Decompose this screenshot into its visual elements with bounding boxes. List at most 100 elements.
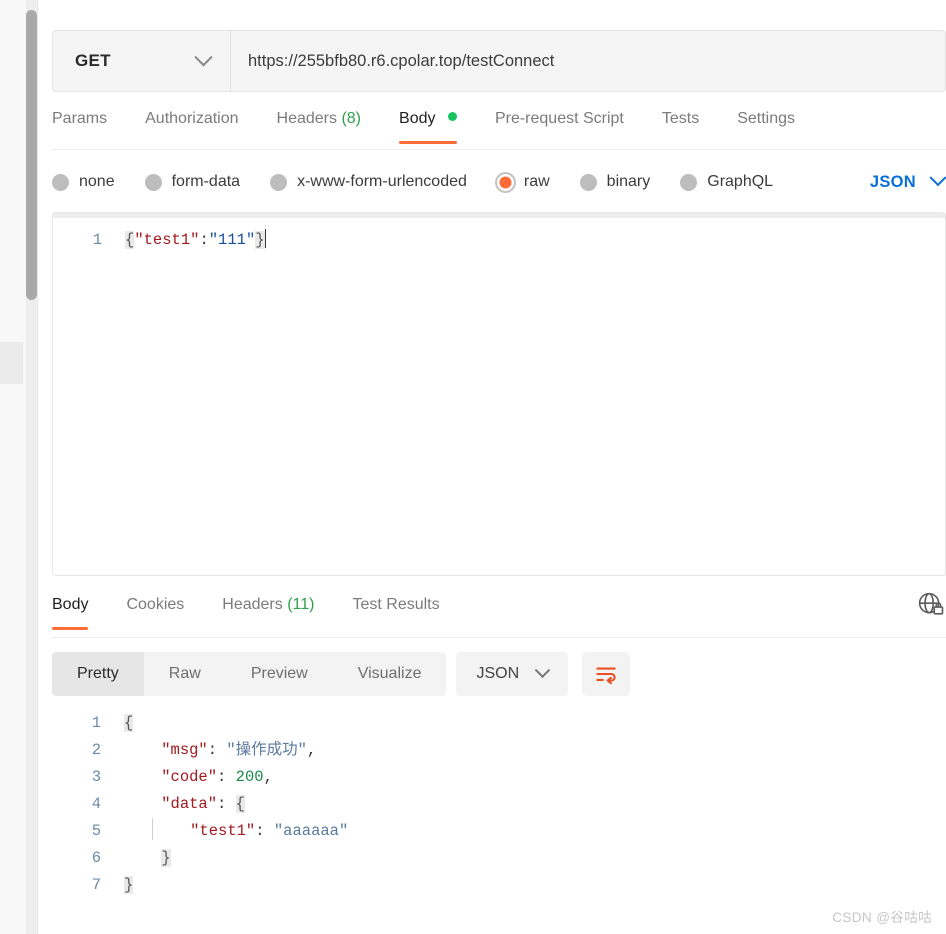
tab-headers[interactable]: Headers (8) [277, 106, 362, 144]
view-mode-raw[interactable]: Raw [144, 652, 226, 696]
response-tab-body[interactable]: Body [52, 592, 89, 630]
view-mode-visualize[interactable]: Visualize [333, 652, 447, 696]
tab-settings-label: Settings [737, 110, 796, 127]
tab-tests[interactable]: Tests [662, 106, 699, 144]
tab-authorization[interactable]: Authorization [145, 106, 238, 144]
response-tab-cookies[interactable]: Cookies [126, 592, 184, 630]
view-mode-visualize-label: Visualize [357, 665, 422, 682]
code-content: "code": 200, [124, 764, 273, 791]
body-type-raw-label: raw [523, 173, 550, 190]
fold-guide [151, 818, 153, 840]
tab-params[interactable]: Params [52, 106, 107, 144]
body-type-form-data-label: form-data [171, 173, 241, 190]
code-line: 1 { [52, 710, 946, 737]
tab-pre-request-script-label: Pre-request Script [494, 110, 624, 127]
tab-pre-request-script[interactable]: Pre-request Script [495, 106, 624, 144]
request-response-pane: GET https://255bfb80.r6.cpolar.top/testC… [38, 0, 946, 934]
body-type-graphql-label: GraphQL [707, 173, 774, 190]
editor-horizontal-scrollbar[interactable] [53, 213, 945, 218]
json-value: "aaaaaa" [273, 822, 349, 840]
response-tab-headers-count: (11) [287, 596, 315, 613]
view-mode-pretty-label: Pretty [77, 665, 119, 682]
body-type-binary[interactable]: binary [579, 173, 651, 191]
watermark: CSDN @谷咕咕 [832, 910, 932, 925]
body-type-urlencoded[interactable]: x-www-form-urlencoded [270, 173, 467, 191]
body-type-none[interactable]: none [52, 173, 115, 191]
view-mode-preview[interactable]: Preview [226, 652, 333, 696]
code-line: 6 } [52, 845, 946, 872]
http-method-selector[interactable]: GET [52, 30, 230, 92]
wrap-text-icon [596, 667, 616, 685]
url-input-value: https://255bfb80.r6.cpolar.top/testConne… [248, 51, 555, 70]
json-value: 200 [235, 768, 264, 786]
body-type-urlencoded-label: x-www-form-urlencoded [297, 173, 467, 190]
line-number: 2 [91, 741, 101, 759]
radio-urlencoded-icon [270, 173, 288, 191]
postman-window: GET https://255bfb80.r6.cpolar.top/testC… [0, 0, 946, 934]
rail-collapsed-panel[interactable] [0, 342, 23, 384]
json-colon: : [207, 741, 218, 759]
json-key: "code" [161, 768, 218, 786]
request-body-editor[interactable]: 1 {"test1":"111"} [52, 212, 946, 576]
json-key: "test1" [134, 231, 200, 249]
code-content: } [124, 872, 134, 899]
json-colon: : [217, 795, 227, 813]
tab-body[interactable]: Body [399, 106, 457, 144]
wrap-text-button[interactable] [582, 652, 631, 696]
response-tab-test-results[interactable]: Test Results [352, 592, 439, 630]
tab-params-label: Params [52, 110, 108, 127]
view-mode-raw-label: Raw [168, 665, 201, 682]
tab-authorization-label: Authorization [145, 110, 239, 127]
globe-lock-icon [918, 592, 944, 615]
response-tab-headers[interactable]: Headers (11) [222, 592, 314, 630]
code-content: {"test1":"111"} [125, 227, 266, 253]
url-input[interactable]: https://255bfb80.r6.cpolar.top/testConne… [230, 30, 946, 92]
response-body-code[interactable]: 1 { 2 "msg": "操作成功", 3 "code": 200, 4 "d… [52, 710, 946, 910]
code-content: "data": { [124, 791, 245, 818]
json-key: "data" [161, 795, 218, 813]
json-close-brace: } [255, 231, 265, 249]
code-content: "msg": "操作成功", [124, 737, 316, 764]
network-security-button[interactable] [916, 590, 946, 620]
request-body-format-selector[interactable]: JSON [869, 169, 946, 192]
body-type-binary-label: binary [606, 173, 651, 190]
vertical-scrollbar-thumb[interactable] [26, 10, 37, 300]
text-caret [264, 229, 266, 248]
radio-none-icon [52, 173, 69, 191]
code-line: 3 "code": 200, [52, 764, 946, 791]
json-open-brace: { [125, 231, 135, 249]
view-mode-pretty[interactable]: Pretty [52, 652, 144, 696]
url-bar: GET https://255bfb80.r6.cpolar.top/testC… [52, 30, 946, 92]
tab-settings[interactable]: Settings [737, 106, 795, 144]
json-colon: : [217, 768, 227, 786]
code-content: { [124, 710, 134, 737]
response-tab-cookies-label: Cookies [126, 596, 185, 613]
response-view-toolbar: Pretty Raw Preview Visualize JSON [52, 652, 946, 696]
request-body-format-label: JSON [869, 172, 916, 191]
json-key: "msg" [161, 741, 208, 759]
json-open-brace: { [124, 714, 134, 732]
tab-headers-count: (8) [341, 110, 362, 127]
code-line: 1 {"test1":"111"} [53, 227, 945, 253]
json-value: "111" [208, 231, 256, 249]
http-method-label: GET [75, 51, 111, 70]
response-view-mode-group: Pretty Raw Preview Visualize [52, 652, 447, 696]
json-comma: , [263, 768, 273, 786]
json-open-brace: { [235, 795, 245, 813]
radio-binary-icon [579, 173, 597, 191]
response-format-selector[interactable]: JSON [456, 652, 569, 696]
body-type-form-data[interactable]: form-data [144, 173, 241, 191]
code-content: } [124, 845, 171, 872]
code-line: 2 "msg": "操作成功", [52, 737, 946, 764]
line-number: 1 [91, 714, 101, 732]
tab-headers-label: Headers [276, 110, 337, 127]
code-line: 7 } [52, 872, 946, 899]
body-type-raw[interactable]: raw [496, 173, 550, 191]
json-comma: , [306, 741, 317, 759]
line-number: 3 [91, 768, 101, 786]
response-tab-headers-label: Headers [222, 596, 283, 613]
body-type-graphql[interactable]: GraphQL [680, 173, 773, 191]
line-number: 1 [92, 231, 102, 249]
line-number: 5 [91, 822, 101, 840]
line-number: 4 [91, 795, 101, 813]
